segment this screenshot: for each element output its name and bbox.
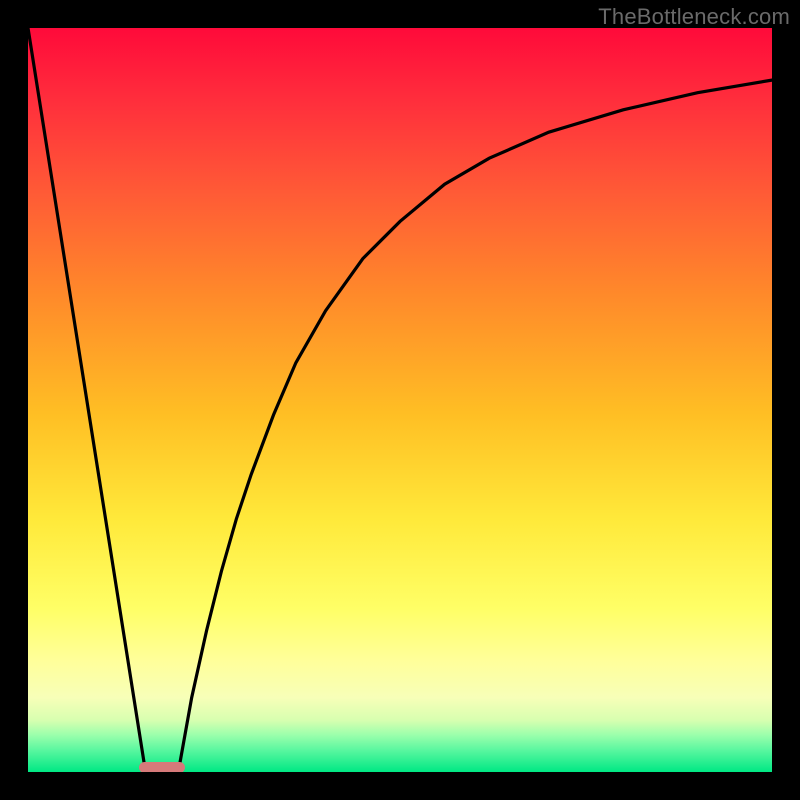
plot-area <box>28 28 772 772</box>
curve-layer <box>28 28 772 772</box>
right-rising-curve <box>178 80 772 772</box>
series-group <box>28 28 772 772</box>
bottleneck-marker <box>139 762 185 772</box>
watermark-text: TheBottleneck.com <box>598 4 790 30</box>
left-falling-line <box>28 28 146 772</box>
chart-frame: TheBottleneck.com <box>0 0 800 800</box>
